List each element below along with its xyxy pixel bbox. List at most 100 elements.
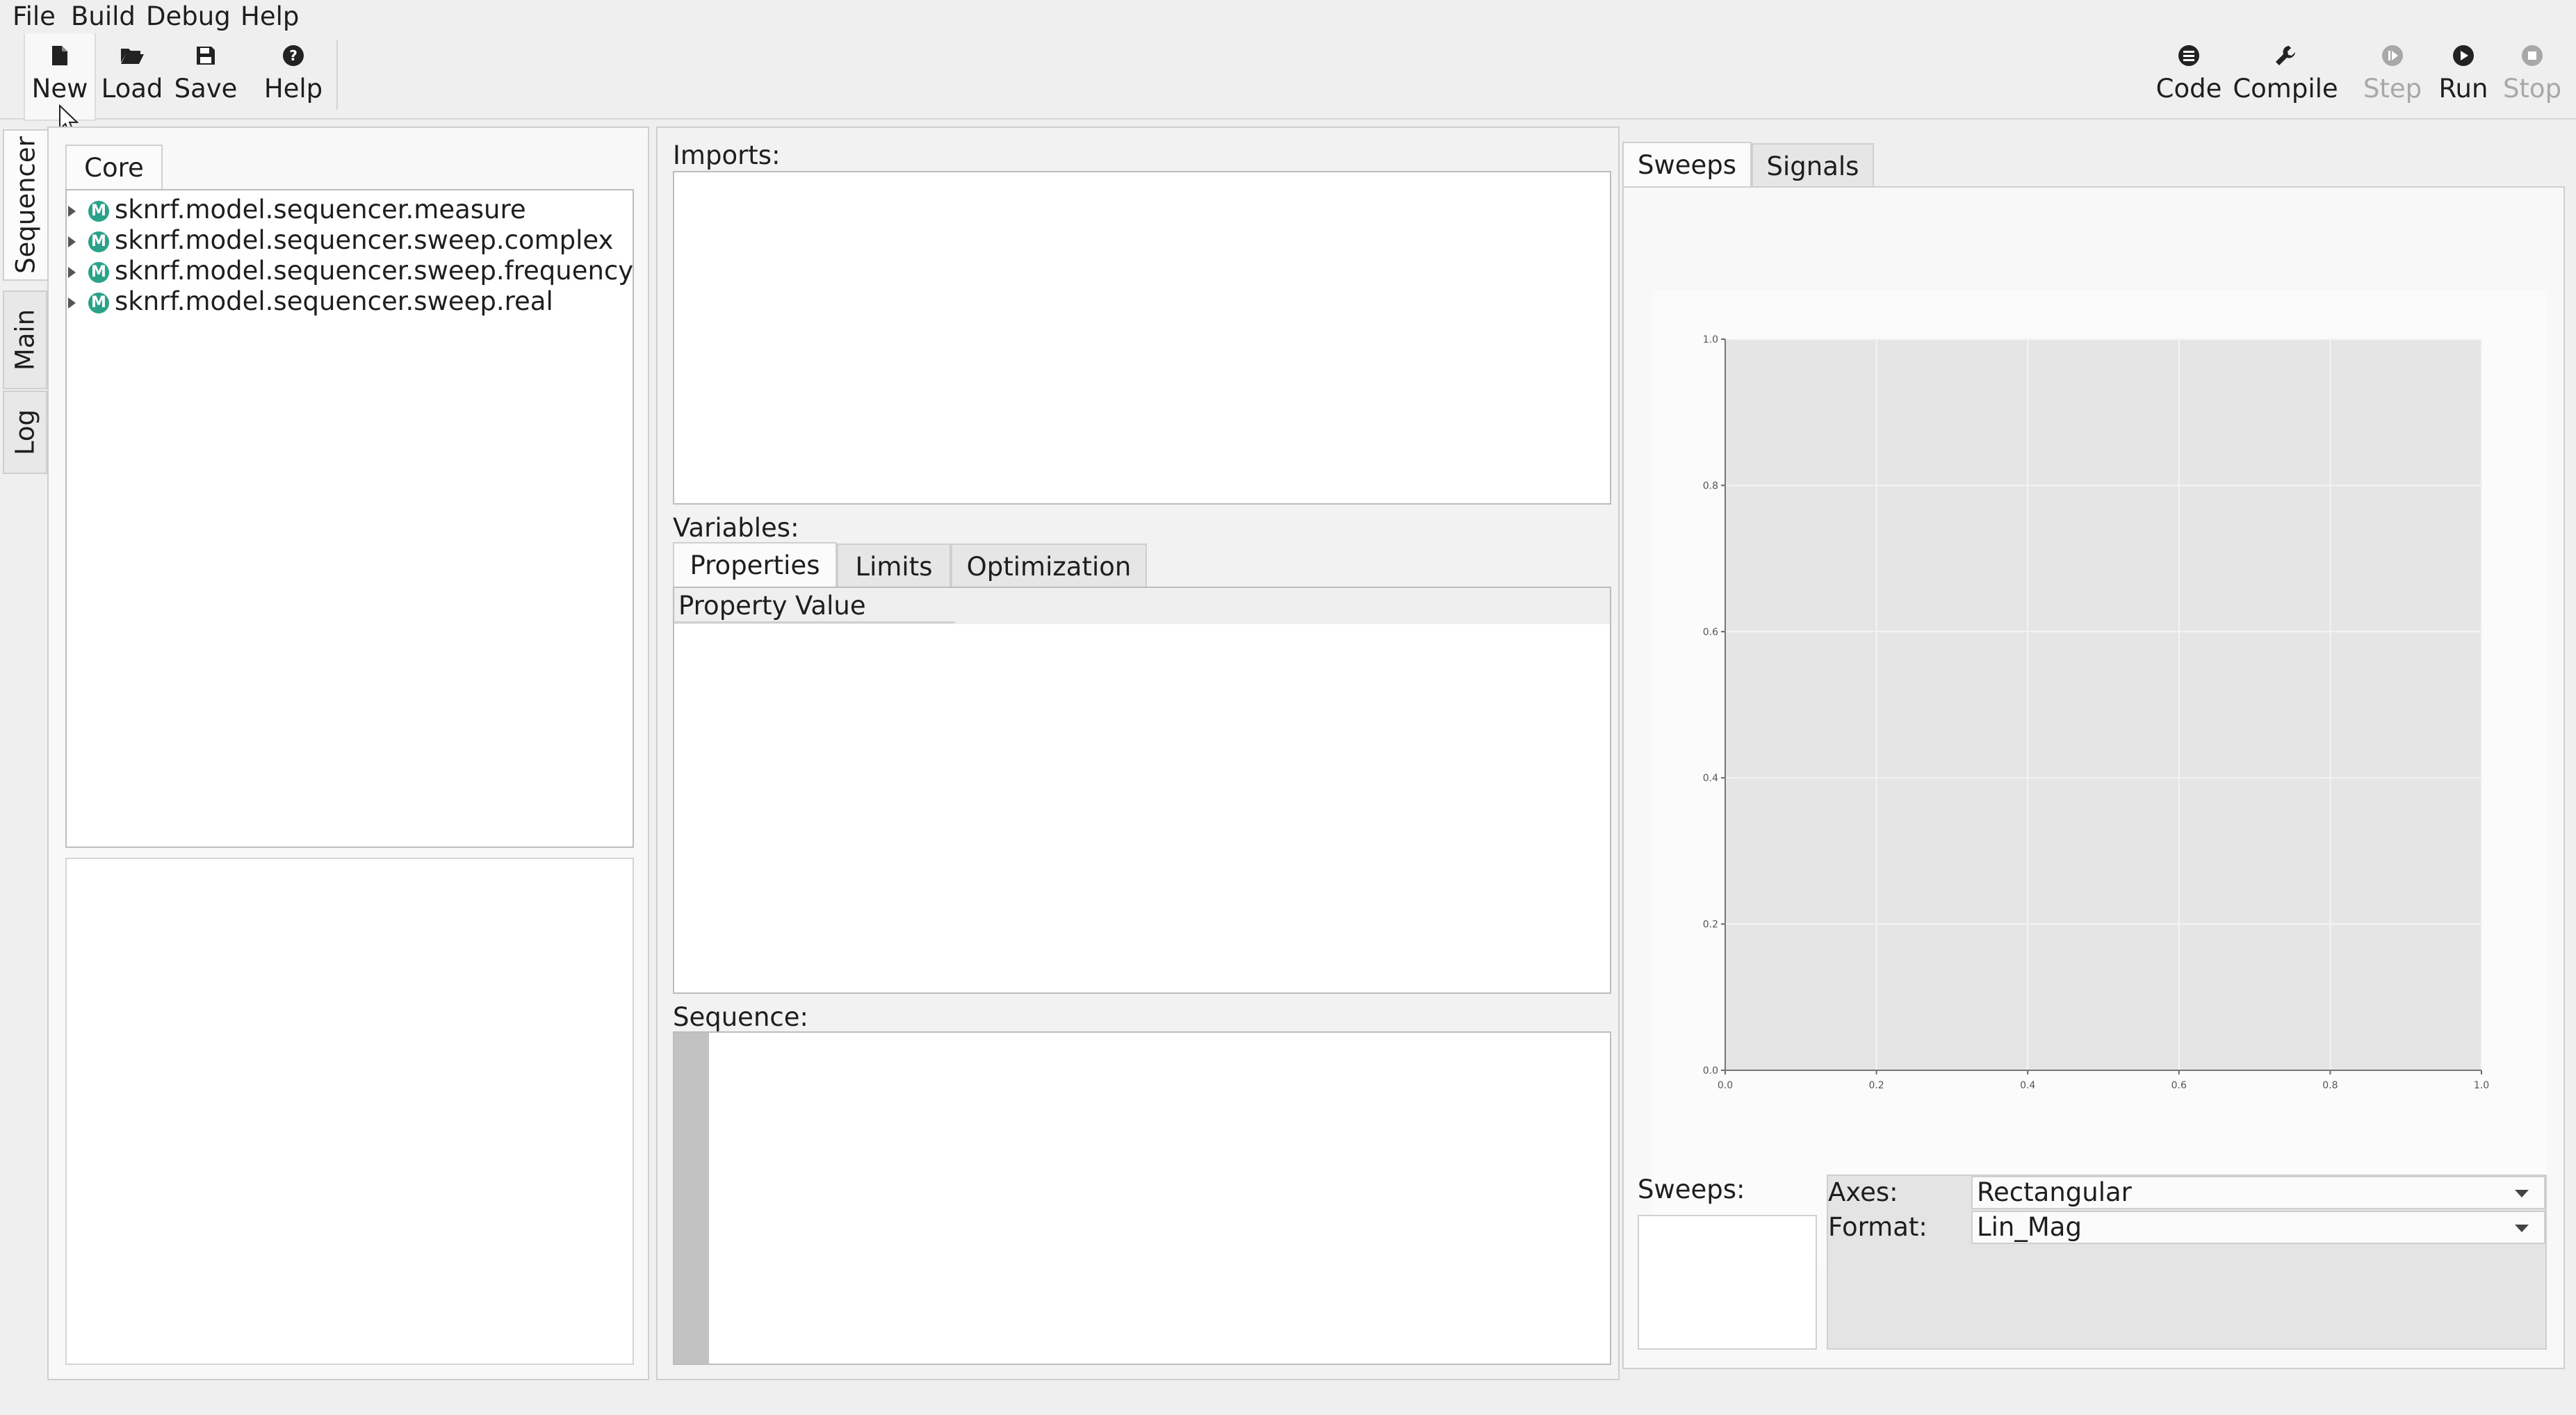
toolbar: New Load Save ? Help Code Compile Step R… [0,33,2576,121]
menu-build[interactable]: Build [71,0,136,33]
tree-item-label: sknrf.model.sequencer.sweep.real [115,286,553,316]
chevron-down-icon [2515,1225,2529,1232]
help-button[interactable]: ? Help [259,33,328,120]
code-label: Code [2155,74,2222,104]
tab-main-label: Main [10,309,40,371]
format-dropdown[interactable]: Lin_Mag [1971,1211,2545,1244]
expand-arrow-icon[interactable] [68,266,76,278]
step-button[interactable]: Step [2358,33,2427,120]
sequence-editor[interactable] [673,1031,1611,1365]
column-header-property[interactable]: Property [678,589,788,623]
expand-arrow-icon[interactable] [68,236,76,247]
plot-canvas[interactable]: 0.0 0.2 0.4 0.6 0.8 1.0 0.0 0.2 0.4 0.6 0.8 1.0 [1653,291,2547,1265]
step-icon [2358,39,2427,72]
tab-optimization[interactable]: Optimization [951,543,1147,588]
module-icon: M [88,292,109,313]
save-label: Save [174,74,238,104]
sequencer-panel: Core Msknrf.model.sequencer.measure Mskn… [47,126,649,1380]
new-label: New [31,74,88,104]
format-label: Format: [1828,1212,1927,1242]
variables-label: Variables: [673,513,799,543]
tree-item-sweep-frequency[interactable]: Msknrf.model.sequencer.sweep.frequency [0,256,633,286]
compile-label: Compile [2233,74,2338,104]
sweeps-list-label: Sweeps: [1638,1175,1745,1204]
tab-limits[interactable]: Limits [837,543,951,588]
expand-arrow-icon[interactable] [68,297,76,309]
tree-item-measure[interactable]: Msknrf.model.sequencer.measure [0,195,526,225]
table-header: Property Value [674,588,1610,624]
tree-item-label: sknrf.model.sequencer.measure [115,195,526,224]
y-tick-label: 0.4 [1703,773,1718,784]
header-underline [674,621,955,623]
imports-label: Imports: [673,140,781,170]
x-tick-label: 0.8 [2322,1080,2338,1091]
axes-value: Rectangular [1977,1177,2132,1207]
load-label: Load [101,74,163,104]
axes-dropdown[interactable]: Rectangular [1971,1176,2545,1209]
list-icon [2152,39,2226,72]
module-icon: M [88,261,109,283]
x-tick-label: 0.0 [1718,1080,1733,1091]
run-label: Run [2438,74,2488,104]
svg-text:?: ? [289,47,297,64]
plot-area [1725,339,2481,1070]
expand-arrow-icon[interactable] [68,205,76,217]
file-new-icon [25,39,95,72]
format-value: Lin_Mag [1977,1212,2082,1242]
play-icon [2430,39,2497,72]
menu-file[interactable]: File [13,0,56,33]
stop-button[interactable]: Stop [2498,33,2566,120]
y-tick-label: 0.8 [1703,480,1718,491]
tab-log-label: Log [10,409,40,456]
tree-item-sweep-complex[interactable]: Msknrf.model.sequencer.sweep.complex [0,225,613,256]
floppy-disk-icon [172,39,239,72]
y-tick-label: 1.0 [1703,334,1718,345]
menu-debug[interactable]: Debug [146,0,231,33]
y-tick-label: 0.2 [1703,919,1718,931]
module-tree[interactable]: Msknrf.model.sequencer.measure Msknrf.mo… [65,189,634,848]
module-detail-area [65,858,634,1365]
menu-help[interactable]: Help [241,0,299,33]
save-button[interactable]: Save [172,33,239,120]
load-button[interactable]: Load [99,33,165,120]
tab-log[interactable]: Log [3,391,47,474]
imports-editor[interactable] [673,171,1611,505]
chevron-down-icon [2515,1190,2529,1197]
toolbar-separator [336,40,338,110]
help-label: Help [263,74,323,104]
module-icon: M [88,231,109,252]
tab-signals[interactable]: Signals [1752,143,1874,188]
y-tick-label: 0.0 [1703,1065,1718,1077]
x-tick-label: 0.6 [2171,1080,2187,1091]
tab-core[interactable]: Core [65,145,163,189]
tab-properties[interactable]: Properties [673,542,837,587]
tree-item-label: sknrf.model.sequencer.sweep.complex [115,225,614,255]
compile-button[interactable]: Compile [2233,33,2338,120]
tab-sweeps[interactable]: Sweeps [1622,142,1752,186]
x-tick-label: 0.4 [2020,1080,2035,1091]
column-header-value[interactable]: Value [795,589,866,623]
x-tick-label: 0.2 [1868,1080,1884,1091]
menubar: File Build Debug Help [0,0,2576,33]
step-label: Step [2363,74,2422,104]
wrench-icon [2233,39,2338,72]
properties-table[interactable]: Property Value [673,587,1611,994]
plot-options-box: Axes: Rectangular Format: Lin_Mag [1827,1175,2547,1350]
code-button[interactable]: Code [2152,33,2226,120]
plot-chart[interactable]: 0.0 0.2 0.4 0.6 0.8 1.0 0.0 0.2 0.4 0.6 0.8 1.0 [1653,291,2547,1265]
plot-panel: Sweeps Signals 0.0 0.2 0.4 0.6 0.8 1.0 0.0 0.2 0… [1622,126,2568,1380]
folder-open-icon [99,39,165,72]
stop-label: Stop [2502,74,2562,104]
run-button[interactable]: Run [2430,33,2497,120]
axes-label: Axes: [1828,1177,1898,1207]
sweeps-list[interactable] [1638,1215,1817,1350]
x-tick-label: 1.0 [2474,1080,2489,1091]
module-icon: M [88,200,109,222]
question-circle-icon: ? [259,39,328,72]
tree-item-sweep-real[interactable]: Msknrf.model.sequencer.sweep.real [0,286,553,317]
tree-item-label: sknrf.model.sequencer.sweep.frequency [115,256,634,286]
line-number-gutter [674,1033,709,1364]
editor-panel: Imports: Variables: Properties Limits Op… [656,126,1620,1380]
sequence-label: Sequence: [673,1002,808,1032]
stop-icon [2498,39,2566,72]
